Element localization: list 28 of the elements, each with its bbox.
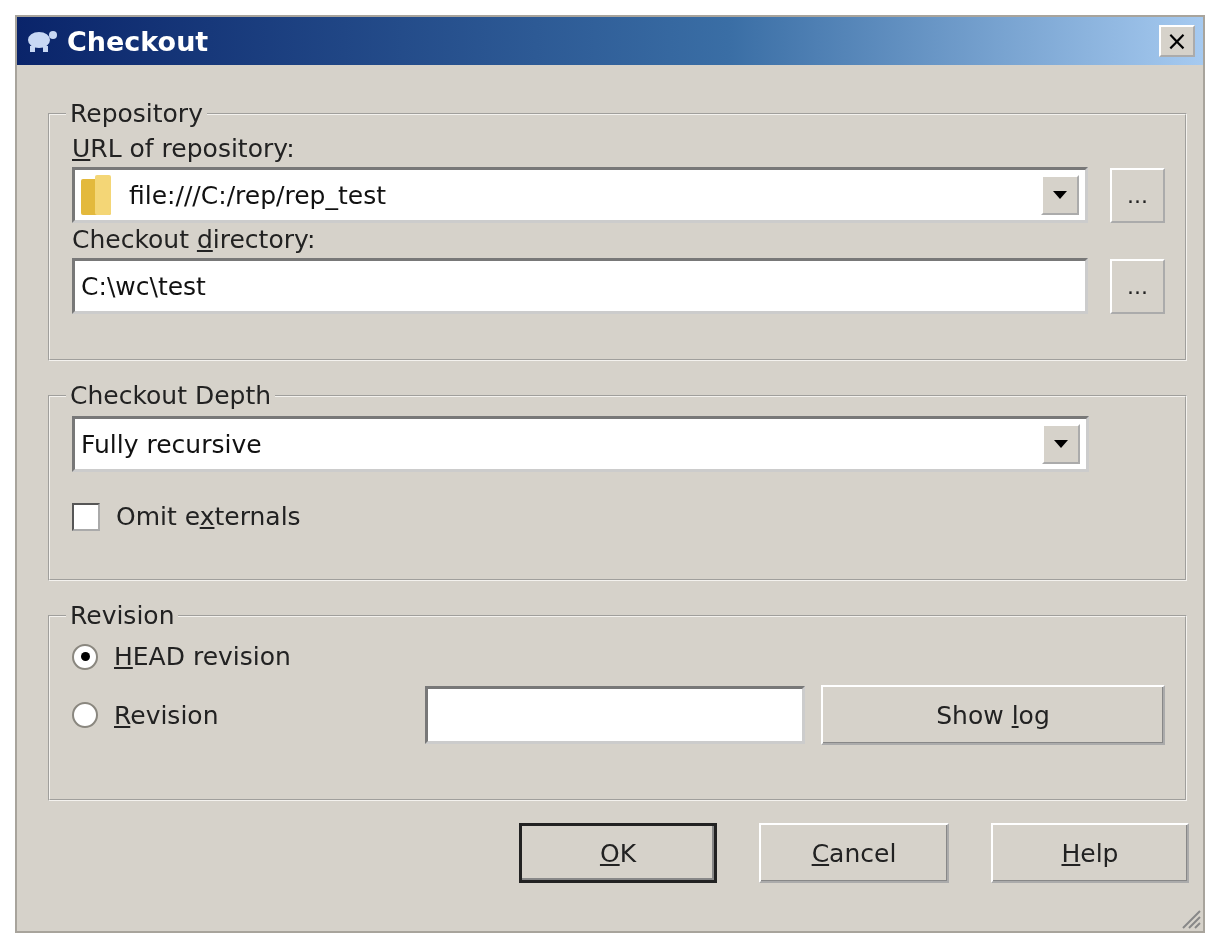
dropdown-button[interactable] [1042, 424, 1080, 464]
field-label: Checkout directory: [72, 225, 317, 254]
browse-button[interactable]: ... [1110, 258, 1165, 314]
radio-button[interactable] [72, 643, 98, 670]
directory-field[interactable]: C:\wc\test [72, 258, 1088, 314]
checkbox-label: Omit externals [116, 502, 301, 531]
url-combo-box[interactable]: file:///C:/rep/rep_test [72, 167, 1088, 223]
dialog-button[interactable]: OK [519, 823, 717, 883]
radio-button[interactable] [72, 702, 98, 728]
dialog-button[interactable]: Cancel [759, 823, 949, 883]
revision-field[interactable] [425, 686, 805, 744]
radio-label: HEAD revision [114, 642, 291, 671]
group-title: Revision [69, 601, 176, 630]
folder-icon [81, 175, 111, 215]
window-title: Checkout [67, 25, 210, 57]
radio-label: Revision [114, 700, 219, 730]
field-label: URL of repository: [72, 134, 296, 163]
checkbox[interactable] [72, 502, 100, 531]
group-title: Repository [69, 99, 204, 128]
show-log-button[interactable]: Show log [821, 685, 1165, 745]
dropdown-button[interactable] [1041, 175, 1079, 215]
dialog-button[interactable]: Help [991, 823, 1189, 883]
caret-icon [1053, 191, 1067, 199]
depth-combo-box[interactable]: Fully recursive [72, 416, 1089, 472]
close-button[interactable]: × [1159, 25, 1195, 57]
caret-icon [1054, 440, 1068, 448]
browse-button[interactable]: ... [1110, 167, 1165, 223]
group-title: Checkout Depth [69, 381, 273, 410]
